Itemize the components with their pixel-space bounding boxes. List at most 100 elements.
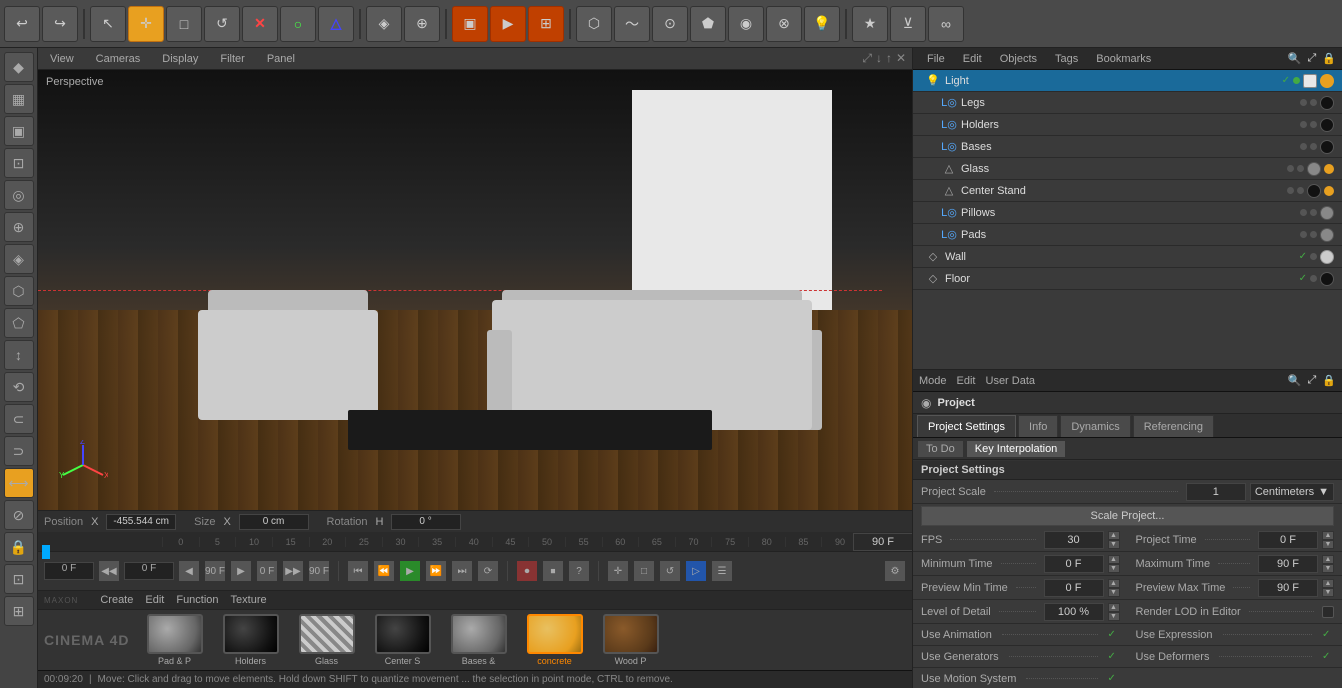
prevmax-step-up[interactable]: ▲ bbox=[1322, 579, 1334, 588]
tool-z[interactable]: △ bbox=[318, 6, 354, 42]
to-end-btn[interactable]: ⏭ bbox=[451, 560, 473, 582]
pt-step-dn[interactable]: ▼ bbox=[1322, 540, 1334, 549]
maxt-step-up[interactable]: ▲ bbox=[1322, 555, 1334, 564]
start-frame-input[interactable]: 0 F bbox=[124, 562, 174, 580]
ps-scale-unit[interactable]: Centimeters ▼ bbox=[1250, 483, 1334, 501]
tool-motion[interactable]: ∞ bbox=[928, 6, 964, 42]
prev-frame-btn[interactable]: ◀ bbox=[178, 560, 200, 582]
menu-function[interactable]: Function bbox=[176, 594, 218, 606]
floor-vis-check[interactable]: ✓ bbox=[1299, 273, 1307, 284]
vp-expand-icon[interactable]: ⤢ bbox=[862, 51, 872, 66]
tool-character[interactable]: ★ bbox=[852, 6, 888, 42]
lod-value[interactable]: 100 % bbox=[1044, 603, 1104, 621]
mode-tab-edit[interactable]: Edit bbox=[957, 375, 976, 387]
prevmax-step-dn[interactable]: ▼ bbox=[1322, 588, 1334, 597]
tool-deform[interactable]: ⬟ bbox=[690, 6, 726, 42]
min-time-stepper[interactable]: ▲ ▼ bbox=[1108, 555, 1120, 573]
proj-subtab-keyinterp[interactable]: Key Interpolation bbox=[966, 440, 1067, 458]
ps-scale-value[interactable]: 1 bbox=[1186, 483, 1246, 501]
use-expr-check[interactable]: ✓ bbox=[1322, 629, 1334, 641]
search-icon[interactable]: 🔍 bbox=[1288, 52, 1302, 65]
mode-search-icon[interactable]: 🔍 bbox=[1288, 374, 1302, 387]
undo-btn[interactable]: ↩ bbox=[4, 6, 40, 42]
proj-tab-referencing[interactable]: Referencing bbox=[1133, 415, 1214, 437]
min-time-value[interactable]: 0 F bbox=[1044, 555, 1104, 573]
redo-btn[interactable]: ↪ bbox=[42, 6, 78, 42]
tool-hair[interactable]: ⊻ bbox=[890, 6, 926, 42]
current-frame-input[interactable]: 0 F bbox=[44, 562, 94, 580]
maxt-step-dn[interactable]: ▼ bbox=[1322, 564, 1334, 573]
mint-step-dn[interactable]: ▼ bbox=[1108, 564, 1120, 573]
prevmin-step-up[interactable]: ▲ bbox=[1108, 579, 1120, 588]
h-rotation-value[interactable]: 0 ° bbox=[391, 514, 461, 530]
end-frame-value[interactable]: 90 F bbox=[853, 533, 913, 551]
vp-up-icon[interactable]: ↑ bbox=[886, 51, 892, 66]
material-holders[interactable]: Holders bbox=[216, 614, 286, 666]
tool-checker[interactable]: ▦ bbox=[4, 84, 34, 114]
use-anim-check[interactable]: ✓ bbox=[1108, 629, 1120, 641]
tool-s3[interactable]: ⬠ bbox=[4, 308, 34, 338]
ps-scale-btn[interactable]: Scale Project... bbox=[921, 506, 1334, 526]
rot-key-btn[interactable]: ↺ bbox=[659, 560, 681, 582]
wall-vis-check[interactable]: ✓ bbox=[1299, 251, 1307, 262]
fps-step-up[interactable]: ▲ bbox=[1108, 531, 1120, 540]
preview-end-input[interactable]: 90 F bbox=[308, 560, 330, 582]
obj-wall[interactable]: ◇ Wall ✓ bbox=[913, 246, 1342, 268]
step-back-btn[interactable]: ⏪ bbox=[373, 560, 395, 582]
tool-null2[interactable]: ⊕ bbox=[4, 212, 34, 242]
expand-icon[interactable]: ⤢ bbox=[1307, 52, 1316, 65]
mint-step-up[interactable]: ▲ bbox=[1108, 555, 1120, 564]
tool-s1[interactable]: ◈ bbox=[4, 244, 34, 274]
timeline-btn[interactable]: ☰ bbox=[711, 560, 733, 582]
panel-tab-tags[interactable]: Tags bbox=[1047, 51, 1086, 67]
menu-edit[interactable]: Edit bbox=[145, 594, 164, 606]
vp-tab-cameras[interactable]: Cameras bbox=[90, 51, 147, 67]
auto-key-btn[interactable]: ⏹ bbox=[542, 560, 564, 582]
max-time-value[interactable]: 90 F bbox=[1258, 555, 1318, 573]
tool-render-region[interactable]: ▣ bbox=[452, 6, 488, 42]
material-wood-p[interactable]: Wood P bbox=[596, 614, 666, 666]
vp-tab-panel[interactable]: Panel bbox=[261, 51, 301, 67]
material-bases[interactable]: Bases & bbox=[444, 614, 514, 666]
vp-down-icon[interactable]: ↓ bbox=[876, 51, 882, 66]
record-btn[interactable]: ⏺ bbox=[516, 560, 538, 582]
tool-s4[interactable]: ↕ bbox=[4, 340, 34, 370]
step-fwd-btn[interactable]: ⏩ bbox=[425, 560, 447, 582]
proj-subtab-todo[interactable]: To Do bbox=[917, 440, 964, 458]
tool-s10[interactable]: 🔒 bbox=[4, 532, 34, 562]
pt-step-up[interactable]: ▲ bbox=[1322, 531, 1334, 540]
prevmin-step-dn[interactable]: ▼ bbox=[1108, 588, 1120, 597]
x-position-value[interactable]: -455.544 cm bbox=[106, 514, 176, 530]
lod-stepper[interactable]: ▲ ▼ bbox=[1108, 603, 1120, 621]
help-btn[interactable]: ? bbox=[568, 560, 590, 582]
tool-s2[interactable]: ⬡ bbox=[4, 276, 34, 306]
menu-texture[interactable]: Texture bbox=[231, 594, 267, 606]
preview-min-value[interactable]: 0 F bbox=[1044, 579, 1104, 597]
obj-pads[interactable]: L◎ Pads bbox=[913, 224, 1342, 246]
obj-light[interactable]: 💡 Light ✓ bbox=[913, 70, 1342, 92]
tool-s9[interactable]: ⊘ bbox=[4, 500, 34, 530]
tool-s7[interactable]: ⊃ bbox=[4, 436, 34, 466]
tool-scale[interactable]: □ bbox=[166, 6, 202, 42]
lod-step-dn[interactable]: ▼ bbox=[1108, 612, 1120, 621]
tool-poly[interactable]: ▣ bbox=[4, 116, 34, 146]
preview-play-btn[interactable]: ▷ bbox=[685, 560, 707, 582]
tool-cursor[interactable]: ↖ bbox=[90, 6, 126, 42]
frame-fwd-btn[interactable]: ▶▶ bbox=[282, 560, 304, 582]
material-concrete[interactable]: concrete bbox=[520, 614, 590, 666]
vp-tab-filter[interactable]: Filter bbox=[214, 51, 250, 67]
panel-tab-edit[interactable]: Edit bbox=[955, 51, 990, 67]
to-start-btn[interactable]: ⏮ bbox=[347, 560, 369, 582]
tool-bend[interactable]: ◎ bbox=[4, 180, 34, 210]
light-vis-check[interactable]: ✓ bbox=[1282, 75, 1290, 86]
render-lod-checkbox[interactable] bbox=[1322, 606, 1334, 618]
mode-expand-icon[interactable]: ⤢ bbox=[1307, 374, 1316, 387]
prev-max-stepper[interactable]: ▲ ▼ bbox=[1322, 579, 1334, 597]
obj-center-stand[interactable]: △ Center Stand bbox=[913, 180, 1342, 202]
proj-tab-settings[interactable]: Project Settings bbox=[917, 415, 1016, 437]
use-deform-check[interactable]: ✓ bbox=[1322, 651, 1334, 663]
next-frame-btn[interactable]: ▶ bbox=[230, 560, 252, 582]
tool-y[interactable]: ○ bbox=[280, 6, 316, 42]
tool-spline[interactable]: 〜 bbox=[614, 6, 650, 42]
obj-glass[interactable]: △ Glass bbox=[913, 158, 1342, 180]
